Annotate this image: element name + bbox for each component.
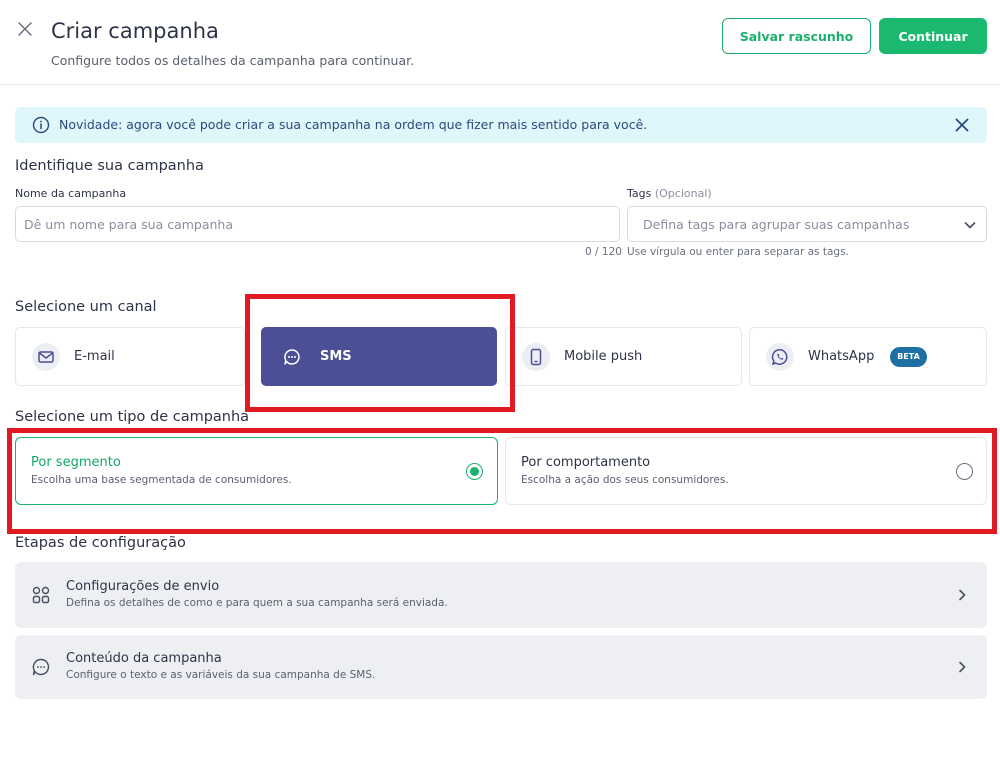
campaign-name-input[interactable]: [15, 206, 620, 242]
grid-icon: [32, 586, 50, 604]
chevron-right-icon: [959, 661, 966, 673]
campaign-name-label: Nome da campanha: [15, 187, 127, 200]
banner-close-icon[interactable]: [953, 116, 971, 134]
tags-helper-text: Use vírgula ou enter para separar as tag…: [627, 246, 849, 258]
step-send-settings[interactable]: Configurações de envio Defina os detalhe…: [15, 562, 987, 628]
tags-select[interactable]: Defina tags para agrupar suas campanhas: [627, 206, 987, 242]
chat-bubble-icon: [278, 343, 306, 371]
radio-behavior[interactable]: [956, 463, 973, 480]
step-campaign-content[interactable]: Conteúdo da campanha Configure o texto e…: [15, 635, 987, 699]
campaign-type-title: Por comportamento: [521, 455, 651, 470]
chat-bubble-icon: [32, 658, 50, 676]
beta-badge: BETA: [890, 347, 927, 367]
channel-label-sms: SMS: [320, 349, 352, 364]
channel-option-mobile-push[interactable]: Mobile push: [505, 327, 742, 386]
mail-icon: [32, 343, 60, 371]
continue-button[interactable]: Continuar: [879, 18, 987, 54]
close-icon[interactable]: [16, 20, 34, 38]
char-counter: 0 / 120: [585, 246, 622, 258]
page-header: Criar campanha Configure todos os detalh…: [0, 0, 1000, 85]
step-description: Configure o texto e as variáveis da sua …: [66, 669, 376, 681]
campaign-type-behavior[interactable]: Por comportamento Escolha a ação dos seu…: [505, 437, 987, 505]
tags-optional-text: (Opcional): [654, 187, 712, 200]
step-description: Defina os detalhes de como e para quem a…: [66, 597, 448, 609]
tags-label: Tags (Opcional): [627, 187, 712, 200]
chevron-right-icon: [959, 589, 966, 601]
chevron-down-icon: [964, 222, 976, 229]
tags-label-text: Tags: [627, 187, 652, 200]
campaign-type-title: Por segmento: [31, 455, 121, 470]
step-title: Conteúdo da campanha: [66, 651, 222, 666]
save-draft-button[interactable]: Salvar rascunho: [722, 18, 871, 54]
radio-segment[interactable]: [466, 463, 483, 480]
channel-label-email: E-mail: [74, 349, 115, 364]
tags-placeholder: Defina tags para agrupar suas campanhas: [643, 217, 910, 232]
smartphone-icon: [522, 343, 550, 371]
info-icon: [32, 116, 50, 134]
channel-option-whatsapp[interactable]: WhatsApp BETA: [749, 327, 987, 386]
campaign-type-segment[interactable]: Por segmento Escolha uma base segmentada…: [15, 437, 498, 505]
channel-label-mobile-push: Mobile push: [564, 349, 643, 364]
banner-text: Novidade: agora você pode criar a sua ca…: [59, 117, 648, 132]
step-title: Configurações de envio: [66, 579, 220, 594]
info-banner: Novidade: agora você pode criar a sua ca…: [15, 107, 987, 143]
page-title: Criar campanha: [51, 19, 219, 43]
channel-label-whatsapp: WhatsApp: [808, 349, 875, 364]
page-subtitle: Configure todos os detalhes da campanha …: [51, 53, 415, 68]
identify-section-title: Identifique sua campanha: [15, 158, 204, 174]
campaign-type-description: Escolha a ação dos seus consumidores.: [521, 474, 729, 486]
campaign-type-description: Escolha uma base segmentada de consumido…: [31, 474, 292, 486]
channel-option-sms[interactable]: SMS: [261, 327, 497, 386]
campaign-type-section-title: Selecione um tipo de campanha: [15, 409, 250, 425]
steps-section-title: Etapas de configuração: [15, 535, 186, 551]
channel-section-title: Selecione um canal: [15, 299, 157, 315]
whatsapp-icon: [766, 343, 794, 371]
channel-option-email[interactable]: E-mail: [15, 327, 245, 386]
